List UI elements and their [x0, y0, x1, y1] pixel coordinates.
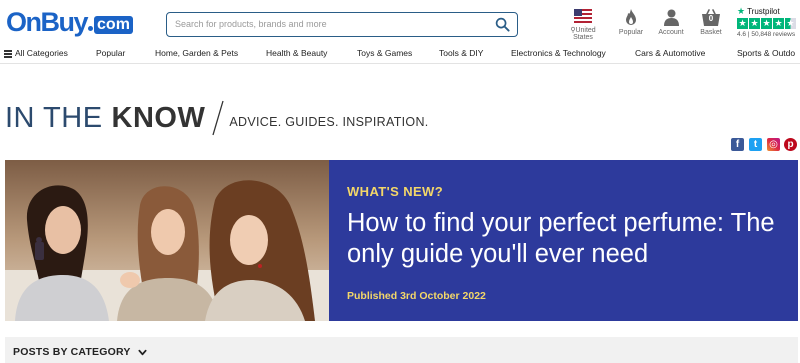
basket-label: Basket: [700, 29, 722, 36]
nav-item-sports[interactable]: Sports & Outdo: [737, 48, 795, 58]
trustpilot-stars: ★ ★ ★ ★ ★: [737, 18, 799, 29]
title-tagline: ADVICE. GUIDES. INSPIRATION.: [229, 114, 429, 129]
nav-item-cars[interactable]: Cars & Automotive: [635, 48, 705, 58]
site-header: OnBuy com ⚲United States Popular: [0, 0, 800, 44]
nav-item-toys-games[interactable]: Toys & Games: [357, 48, 412, 58]
nav-item-home-garden[interactable]: Home, Garden & Pets: [155, 48, 238, 58]
account-link[interactable]: Account: [656, 9, 686, 36]
nav-all-categories[interactable]: All Categories: [4, 48, 68, 59]
hero-kicker: WHAT'S NEW?: [347, 184, 444, 199]
hero-image[interactable]: [5, 160, 329, 321]
star-icon: ★: [773, 18, 784, 29]
menu-icon: [4, 49, 12, 60]
hero-panel: WHAT'S NEW? How to find your perfect per…: [329, 160, 798, 321]
popular-label: Popular: [618, 29, 644, 36]
title-part-one: IN THE: [5, 101, 103, 134]
featured-article[interactable]: WHAT'S NEW? How to find your perfect per…: [5, 160, 798, 321]
basket-count: 0: [708, 14, 714, 23]
search-icon[interactable]: [495, 17, 510, 32]
location-selector[interactable]: ⚲United States: [560, 9, 606, 41]
trustpilot-widget[interactable]: ★ Trustpilot ★ ★ ★ ★ ★ 4.6 | 50,848 revie…: [737, 6, 799, 38]
logo-text: OnBuy: [6, 7, 89, 37]
account-label: Account: [658, 29, 684, 36]
title-slash: [212, 100, 224, 136]
nav-item-popular[interactable]: Popular: [96, 48, 125, 58]
basket-link[interactable]: 0 Basket: [698, 9, 724, 36]
flag-icon: [574, 9, 592, 23]
star-half-icon: ★: [785, 18, 796, 29]
basket-icon: 0: [701, 9, 721, 26]
logo-com: com: [94, 16, 133, 34]
star-icon: ★: [749, 18, 760, 29]
location-label: United States: [573, 27, 596, 41]
posts-by-category[interactable]: POSTS BY CATEGORY: [5, 337, 798, 363]
popular-link[interactable]: Popular: [617, 9, 645, 36]
hero-date: Published 3rd October 2022: [347, 290, 486, 302]
twitter-icon[interactable]: t: [749, 138, 762, 151]
instagram-icon[interactable]: ◎: [767, 138, 780, 151]
chevron-down-icon: [137, 349, 147, 355]
facebook-icon[interactable]: f: [731, 138, 744, 151]
pinterest-icon[interactable]: p: [784, 138, 797, 151]
title-part-two: KNOW: [111, 101, 206, 134]
nav-item-tools-diy[interactable]: Tools & DIY: [439, 48, 483, 58]
trustpilot-logo: ★ Trustpilot: [737, 6, 780, 16]
nav-item-electronics[interactable]: Electronics & Technology: [511, 48, 606, 58]
page-title: IN THE KNOW ADVICE. GUIDES. INSPIRATION.: [5, 100, 429, 136]
posts-by-category-label[interactable]: POSTS BY CATEGORY: [13, 346, 147, 358]
flame-icon: [626, 9, 636, 25]
search-input[interactable]: [167, 13, 487, 35]
onbuy-logo[interactable]: OnBuy com: [6, 7, 133, 37]
hero-title[interactable]: How to find your perfect perfume: The on…: [347, 208, 787, 270]
star-icon: ★: [761, 18, 772, 29]
category-nav: All Categories Popular Home, Garden & Pe…: [0, 44, 800, 64]
star-icon: ★: [737, 18, 748, 29]
trustpilot-meta: 4.6 | 50,848 reviews: [737, 31, 796, 38]
nav-item-health-beauty[interactable]: Health & Beauty: [266, 48, 327, 58]
search-bar: [166, 12, 518, 37]
logo-dot: [88, 26, 94, 31]
user-icon: [663, 9, 679, 26]
